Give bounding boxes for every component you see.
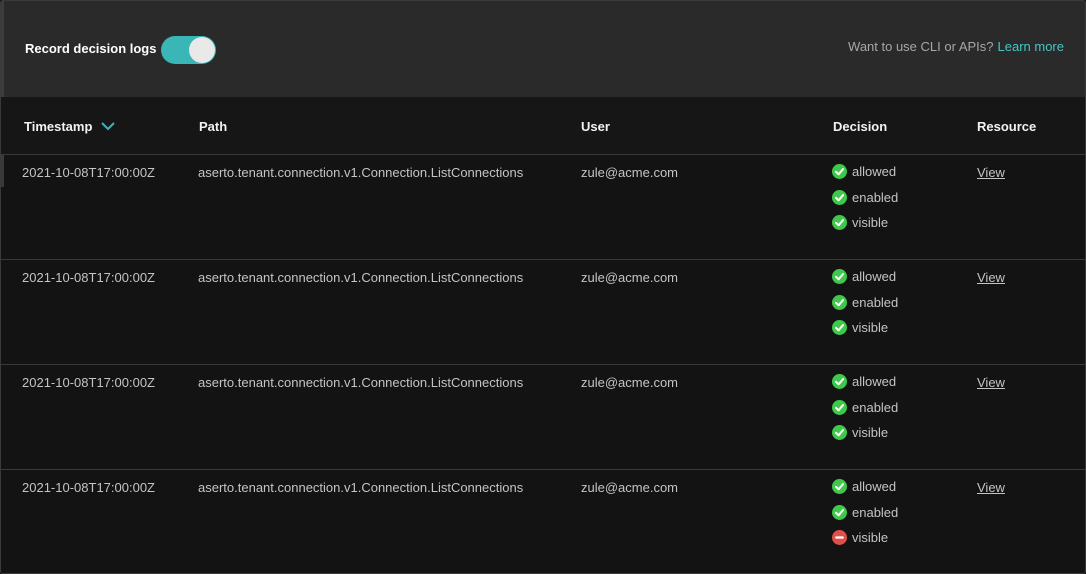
check-circle-icon	[832, 425, 847, 440]
timestamp-cell: 2021-10-08T17:00:00Z	[22, 375, 155, 390]
decision-label: allowed	[852, 164, 897, 179]
column-header-resource: Resource	[977, 119, 1037, 134]
decision-label: enabled	[852, 504, 899, 520]
path-cell: aserto.tenant.connection.v1.Connection.L…	[198, 480, 524, 495]
decision-item-enabled: enabled	[832, 294, 899, 321]
learn-more-link[interactable]: Learn more	[998, 39, 1064, 54]
decision-item-enabled: enabled	[832, 189, 899, 216]
decision-label: enabled	[852, 189, 899, 205]
decision-item-allowed: allowed	[832, 164, 898, 190]
decision-label: visible	[852, 425, 889, 440]
check-circle-icon	[832, 504, 847, 520]
view-resource-link[interactable]: View	[977, 375, 1005, 390]
column-header-timestamp[interactable]: Timestamp	[24, 119, 116, 134]
user-cell: zule@acme.com	[581, 165, 679, 180]
check-circle-icon	[832, 374, 847, 389]
cli-api-prompt: Want to use CLI or APIs?	[848, 39, 994, 54]
decision-list: allowed enabled visible	[832, 269, 898, 346]
view-resource-link[interactable]: View	[977, 270, 1005, 285]
check-circle-icon	[832, 164, 847, 179]
decision-item-allowed: allowed	[832, 374, 898, 400]
view-resource-link[interactable]: View	[977, 480, 1005, 495]
column-header-user: User	[581, 119, 610, 134]
table-row[interactable]: 2021-10-08T17:00:00Z aserto.tenant.connec…	[1, 260, 1085, 365]
check-circle-icon	[832, 399, 847, 415]
table-row[interactable]: 2021-10-08T17:00:00Z aserto.tenant.connec…	[1, 155, 1085, 260]
check-circle-icon	[832, 215, 847, 230]
decision-item-visible: visible	[832, 215, 898, 241]
decision-list: allowed enabled visible	[832, 164, 898, 241]
decision-label: visible	[852, 215, 889, 230]
check-circle-icon	[832, 320, 847, 335]
column-header-decision: Decision	[833, 119, 888, 134]
chevron-down-icon[interactable]	[100, 121, 116, 131]
check-circle-icon	[832, 189, 847, 205]
decision-item-visible: visible	[832, 425, 898, 451]
column-header-timestamp-label: Timestamp	[24, 119, 93, 134]
no-entry-icon	[832, 530, 847, 545]
decision-item-allowed: allowed	[832, 479, 898, 505]
check-circle-icon	[832, 294, 847, 310]
toolbar: Record decision logs Want to use CLI or …	[1, 1, 1085, 97]
decision-item-enabled: enabled	[832, 504, 899, 531]
record-decision-logs-label: Record decision logs	[25, 41, 157, 56]
path-cell: aserto.tenant.connection.v1.Connection.L…	[198, 270, 524, 285]
check-circle-icon	[832, 479, 847, 494]
decision-label: visible	[852, 530, 889, 545]
user-cell: zule@acme.com	[581, 480, 679, 495]
user-cell: zule@acme.com	[581, 270, 679, 285]
timestamp-cell: 2021-10-08T17:00:00Z	[22, 480, 155, 495]
decision-logs-panel: Record decision logs Want to use CLI or …	[0, 0, 1086, 574]
column-header-path: Path	[199, 119, 228, 134]
table-row[interactable]: 2021-10-08T17:00:00Z aserto.tenant.connec…	[1, 470, 1085, 573]
decision-item-allowed: allowed	[832, 269, 898, 295]
decision-item-visible: visible	[832, 320, 898, 346]
decision-label: allowed	[852, 269, 897, 284]
check-circle-icon	[832, 269, 847, 284]
cli-api-hint: Want to use CLI or APIs? Learn more	[848, 39, 1064, 54]
path-cell: aserto.tenant.connection.v1.Connection.L…	[198, 375, 524, 390]
table-header: Timestamp Path User Decision Resource	[1, 97, 1085, 155]
decision-label: visible	[852, 320, 889, 335]
record-decision-logs-toggle[interactable]	[161, 36, 216, 64]
decision-label: allowed	[852, 479, 897, 494]
row-selection-marker	[1, 155, 4, 187]
table-row[interactable]: 2021-10-08T17:00:00Z aserto.tenant.connec…	[1, 365, 1085, 470]
decision-label: allowed	[852, 374, 897, 389]
toggle-knob[interactable]	[189, 37, 215, 63]
timestamp-cell: 2021-10-08T17:00:00Z	[22, 165, 155, 180]
timestamp-cell: 2021-10-08T17:00:00Z	[22, 270, 155, 285]
decision-label: enabled	[852, 294, 899, 310]
decision-list: allowed enabled visible	[832, 374, 898, 451]
decision-list: allowed enabled visible	[832, 479, 898, 556]
user-cell: zule@acme.com	[581, 375, 679, 390]
path-cell: aserto.tenant.connection.v1.Connection.L…	[198, 165, 524, 180]
decision-item-visible: visible	[832, 530, 898, 556]
decision-item-enabled: enabled	[832, 399, 899, 426]
view-resource-link[interactable]: View	[977, 165, 1005, 180]
decision-label: enabled	[852, 399, 899, 415]
